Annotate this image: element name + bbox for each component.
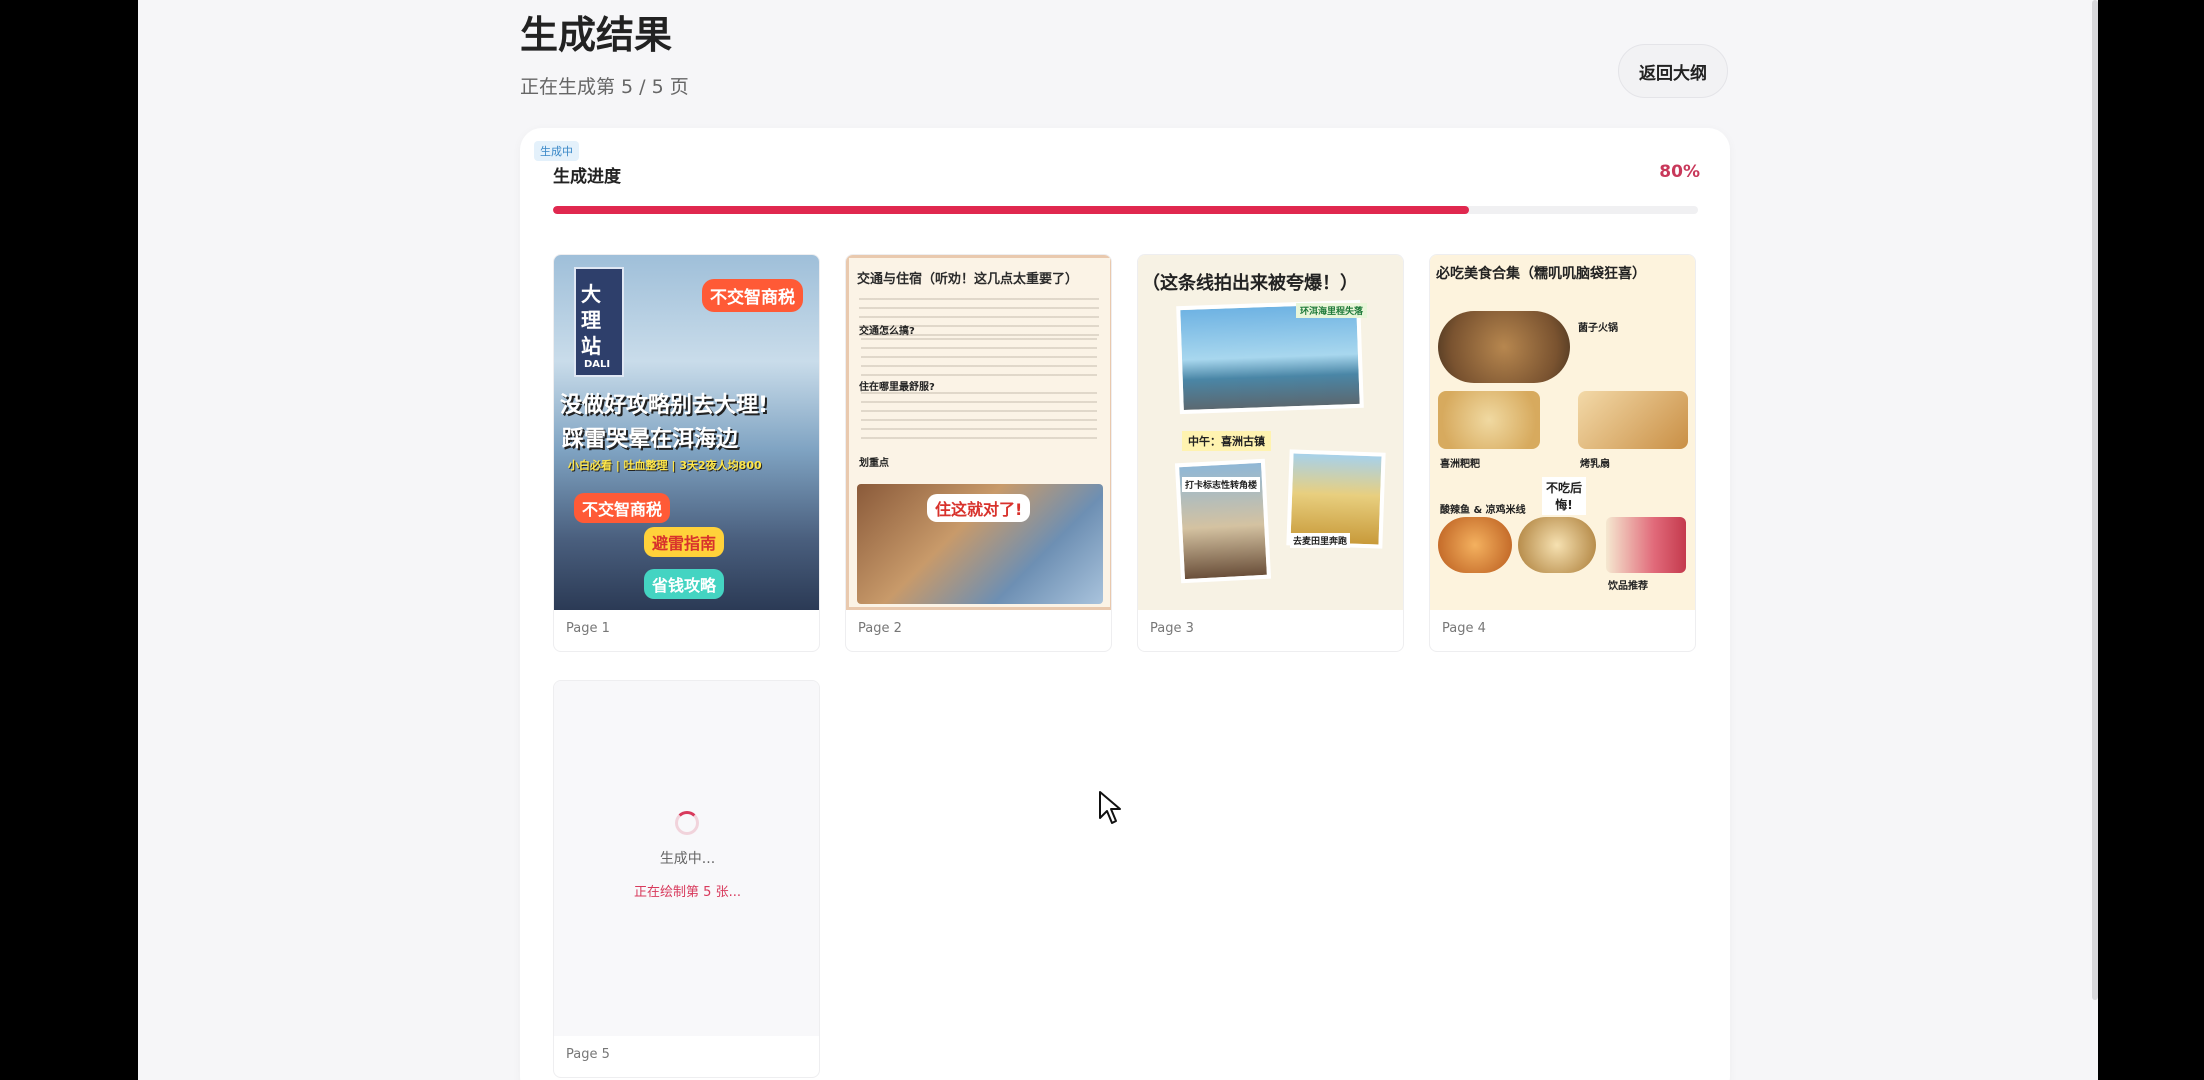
loading-spinner-icon (675, 811, 699, 835)
page-1-station-sign: 大理站 (581, 282, 601, 358)
cursor-icon (1099, 791, 1121, 824)
page-1-image[interactable]: 大理站 DALI 不交智商税 没做好攻略别去大理! 踩雷哭晕在洱海边 小白必看 … (554, 255, 819, 610)
progress-percent: 80% (1659, 162, 1700, 182)
generation-panel: 生成中 生成进度 80% 大理站 DALI 不交智商税 没做好攻略别去大理! 踩… (520, 128, 1730, 1080)
page-4-image[interactable]: 必吃美食合集（糯叽叽脑袋狂喜） 菌子火锅 喜洲粑粑 烤乳扇 不吃后悔! 酸辣鱼 … (1430, 255, 1695, 610)
progress-bar-fill (553, 206, 1469, 214)
page-3-headline: （这条线拍出来被夸爆！） (1142, 273, 1358, 294)
loading-substatus: 正在绘制第 5 张... (634, 885, 741, 900)
page-1-label: Page 1 (566, 621, 610, 636)
page-4-label: Page 4 (1442, 621, 1486, 636)
progress-label: 生成进度 (553, 167, 621, 187)
page-title: 生成结果 (520, 13, 673, 57)
page-5-label: Page 5 (566, 1047, 610, 1062)
page-subtitle: 正在生成第 5 / 5 页 (520, 76, 689, 98)
page-2-image[interactable]: 交通与住宿（听劝！这几点太重要了） 交通怎么搞? 住在哪里最舒服? 划重点 住这… (846, 255, 1111, 610)
loading-status: 生成中... (659, 851, 716, 867)
page-1-headline: 没做好攻略别去大理! (560, 393, 769, 418)
page-5-placeholder: 生成中... 正在绘制第 5 张... (554, 681, 819, 1036)
app-viewport: 生成结果 正在生成第 5 / 5 页 返回大纲 生成中 生成进度 80% 大理站… (138, 0, 2098, 1080)
page-card-1[interactable]: 大理站 DALI 不交智商税 没做好攻略别去大理! 踩雷哭晕在洱海边 小白必看 … (553, 254, 820, 652)
status-badge: 生成中 (534, 141, 579, 161)
page-card-3[interactable]: （这条线拍出来被夸爆！） 环洱海里程失落 中午：喜洲古镇 打卡标志性转角楼 去麦… (1137, 254, 1404, 652)
page-2-headline: 交通与住宿（听劝！这几点太重要了） (857, 272, 1079, 287)
page-3-label: Page 3 (1150, 621, 1194, 636)
page-card-5[interactable]: 生成中... 正在绘制第 5 张... Page 5 (553, 680, 820, 1078)
page-2-label: Page 2 (858, 621, 902, 636)
scrollbar[interactable] (2092, 0, 2098, 1000)
progress-bar (553, 206, 1698, 214)
page-card-4[interactable]: 必吃美食合集（糯叽叽脑袋狂喜） 菌子火锅 喜洲粑粑 烤乳扇 不吃后悔! 酸辣鱼 … (1429, 254, 1696, 652)
page-4-headline: 必吃美食合集（糯叽叽脑袋狂喜） (1436, 266, 1646, 282)
page-card-2[interactable]: 交通与住宿（听劝！这几点太重要了） 交通怎么搞? 住在哪里最舒服? 划重点 住这… (845, 254, 1112, 652)
back-to-outline-button[interactable]: 返回大纲 (1618, 44, 1728, 98)
page-3-image[interactable]: （这条线拍出来被夸爆！） 环洱海里程失落 中午：喜洲古镇 打卡标志性转角楼 去麦… (1138, 255, 1403, 610)
